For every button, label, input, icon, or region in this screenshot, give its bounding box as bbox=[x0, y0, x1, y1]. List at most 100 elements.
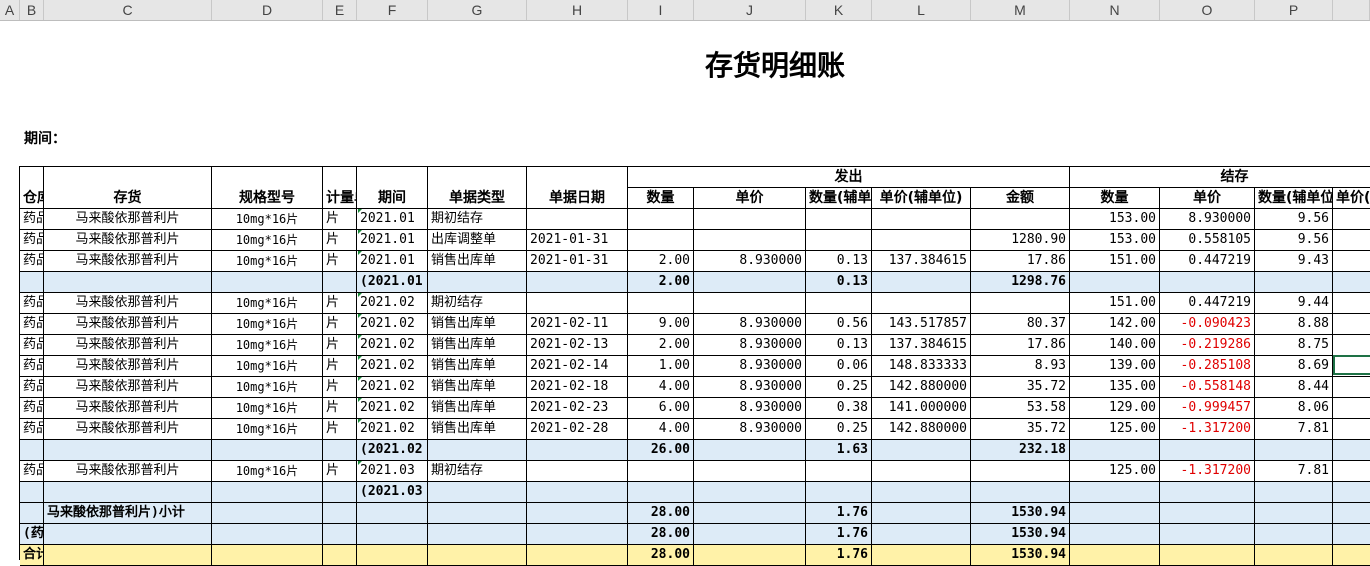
table-cell[interactable]: 马来酸依那普利片 bbox=[44, 377, 212, 398]
column-header-o[interactable]: O bbox=[1160, 0, 1255, 20]
table-cell[interactable]: 2.00 bbox=[628, 335, 694, 356]
subtotal-cell[interactable] bbox=[323, 272, 357, 293]
table-cell[interactable]: 125.00 bbox=[1070, 419, 1160, 440]
table-cell[interactable]: 143.517857 bbox=[872, 314, 971, 335]
subtotal-cell[interactable] bbox=[1333, 524, 1370, 545]
table-cell[interactable]: 0.56 bbox=[806, 314, 872, 335]
table-cell[interactable]: 142.880000 bbox=[872, 419, 971, 440]
subtotal-cell[interactable]: 1530.94 bbox=[971, 503, 1070, 524]
table-cell[interactable]: 马来酸依那普利片 bbox=[44, 251, 212, 272]
table-cell[interactable]: 期初结存 bbox=[428, 461, 527, 482]
table-cell[interactable]: 马来酸依那普利片 bbox=[44, 230, 212, 251]
table-cell[interactable] bbox=[806, 293, 872, 314]
table-cell[interactable]: 9.43 bbox=[1255, 251, 1333, 272]
table-cell[interactable]: 8.930000 bbox=[694, 314, 806, 335]
table-cell[interactable]: 8.930000 bbox=[694, 356, 806, 377]
table-cell[interactable]: 10mg*16片 bbox=[212, 230, 323, 251]
table-cell[interactable] bbox=[1333, 335, 1370, 356]
table-cell[interactable]: 8.06 bbox=[1255, 398, 1333, 419]
table-cell[interactable]: 销售出库单 bbox=[428, 335, 527, 356]
table-cell[interactable]: 6.00 bbox=[628, 398, 694, 419]
table-cell[interactable]: 10mg*16片 bbox=[212, 461, 323, 482]
table-cell[interactable]: 马来酸依那普利片 bbox=[44, 356, 212, 377]
table-cell[interactable]: 2021-01-31 bbox=[527, 230, 628, 251]
subtotal-cell[interactable]: 1.76 bbox=[806, 503, 872, 524]
subtotal-cell[interactable]: (2021.02 bbox=[357, 440, 428, 461]
table-cell[interactable]: 53.58 bbox=[971, 398, 1070, 419]
table-cell[interactable]: 153.00 bbox=[1070, 209, 1160, 230]
table-cell[interactable] bbox=[628, 293, 694, 314]
header-cell[interactable]: 单据类型 bbox=[428, 167, 527, 209]
subtotal-cell[interactable] bbox=[357, 503, 428, 524]
subtotal-cell[interactable]: (2021.01 bbox=[357, 272, 428, 293]
table-cell[interactable]: 8.930000 bbox=[694, 251, 806, 272]
table-cell[interactable]: 期初结存 bbox=[428, 293, 527, 314]
table-cell[interactable] bbox=[872, 209, 971, 230]
total-cell[interactable]: 合计 bbox=[20, 545, 44, 566]
table-cell[interactable]: 10mg*16片 bbox=[212, 335, 323, 356]
table-cell[interactable]: 片 bbox=[323, 356, 357, 377]
table-cell[interactable] bbox=[527, 209, 628, 230]
table-cell[interactable]: 1280.90 bbox=[971, 230, 1070, 251]
total-cell[interactable]: 1530.94 bbox=[971, 545, 1070, 566]
table-cell[interactable]: 2021-02-11 bbox=[527, 314, 628, 335]
subtotal-cell[interactable] bbox=[1255, 272, 1333, 293]
subtotal-cell[interactable] bbox=[1160, 482, 1255, 503]
header-cell[interactable]: 数量 bbox=[1070, 188, 1160, 209]
header-cell[interactable]: 数量(辅单位) bbox=[806, 188, 872, 209]
table-cell[interactable]: 2021.02 bbox=[357, 356, 428, 377]
table-cell[interactable]: 销售出库单 bbox=[428, 377, 527, 398]
subtotal-cell[interactable] bbox=[1333, 440, 1370, 461]
table-cell[interactable]: 4.00 bbox=[628, 377, 694, 398]
header-group-balance[interactable]: 结存 bbox=[1070, 167, 1370, 188]
subtotal-cell[interactable] bbox=[694, 440, 806, 461]
table-cell[interactable] bbox=[694, 209, 806, 230]
table-cell[interactable]: 148.833333 bbox=[872, 356, 971, 377]
header-cell[interactable]: 金额 bbox=[971, 188, 1070, 209]
table-cell[interactable]: 142.880000 bbox=[872, 377, 971, 398]
table-cell[interactable]: 0.06 bbox=[806, 356, 872, 377]
table-cell[interactable]: 销售出库单 bbox=[428, 356, 527, 377]
subtotal-cell[interactable] bbox=[1160, 272, 1255, 293]
table-cell[interactable] bbox=[806, 461, 872, 482]
subtotal-cell[interactable] bbox=[44, 482, 212, 503]
table-cell[interactable]: 9.00 bbox=[628, 314, 694, 335]
subtotal-cell[interactable] bbox=[1333, 482, 1370, 503]
table-cell[interactable]: 片 bbox=[323, 293, 357, 314]
table-cell[interactable]: 2.00 bbox=[628, 251, 694, 272]
table-cell[interactable]: 药品 bbox=[20, 377, 44, 398]
subtotal-cell[interactable]: 1298.76 bbox=[971, 272, 1070, 293]
column-header-l[interactable]: L bbox=[872, 0, 971, 20]
subtotal-cell[interactable] bbox=[971, 482, 1070, 503]
subtotal-cell[interactable] bbox=[212, 272, 323, 293]
table-cell[interactable]: 10mg*16片 bbox=[212, 398, 323, 419]
subtotal-cell[interactable] bbox=[527, 272, 628, 293]
column-header-h[interactable]: H bbox=[527, 0, 628, 20]
table-cell[interactable]: 10mg*16片 bbox=[212, 293, 323, 314]
table-cell[interactable]: 1 bbox=[1333, 209, 1370, 230]
table-cell[interactable]: 片 bbox=[323, 461, 357, 482]
subtotal-cell[interactable] bbox=[1070, 503, 1160, 524]
header-cell[interactable]: 仓库 bbox=[20, 167, 44, 209]
column-header-extra[interactable] bbox=[1333, 0, 1370, 20]
table-cell[interactable]: 80.37 bbox=[971, 314, 1070, 335]
subtotal-cell[interactable] bbox=[694, 272, 806, 293]
subtotal-cell[interactable] bbox=[1070, 482, 1160, 503]
table-cell[interactable]: 151.00 bbox=[1070, 251, 1160, 272]
column-header-n[interactable]: N bbox=[1070, 0, 1160, 20]
table-cell[interactable]: 药品 bbox=[20, 230, 44, 251]
subtotal-cell[interactable] bbox=[428, 440, 527, 461]
table-cell[interactable] bbox=[806, 209, 872, 230]
subtotal-cell[interactable] bbox=[1070, 272, 1160, 293]
subtotal-cell[interactable]: 1.63 bbox=[806, 440, 872, 461]
table-cell[interactable]: 药品 bbox=[20, 209, 44, 230]
column-header-e[interactable]: E bbox=[323, 0, 357, 20]
table-cell[interactable]: 17.86 bbox=[971, 251, 1070, 272]
table-cell[interactable]: 2021-02-18 bbox=[527, 377, 628, 398]
table-cell[interactable]: 马来酸依那普利片 bbox=[44, 293, 212, 314]
table-cell[interactable]: 8.69 bbox=[1255, 356, 1333, 377]
subtotal-cell[interactable] bbox=[527, 524, 628, 545]
table-cell[interactable]: 片 bbox=[323, 419, 357, 440]
table-cell[interactable]: 片 bbox=[323, 209, 357, 230]
subtotal-cell[interactable] bbox=[323, 440, 357, 461]
